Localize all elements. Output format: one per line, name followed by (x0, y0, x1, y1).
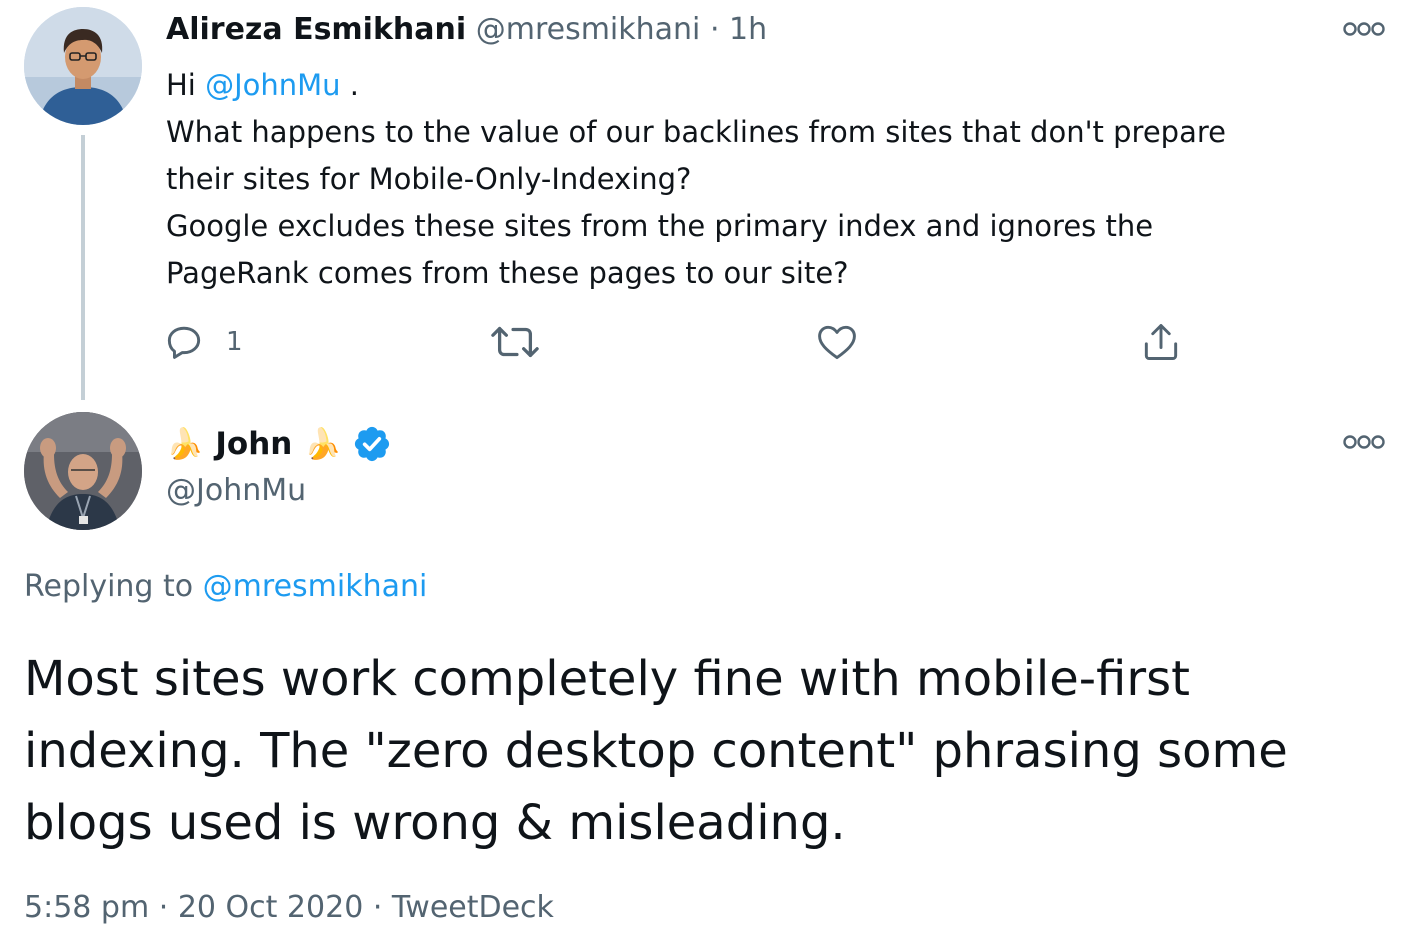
tweet-header: Alireza Esmikhani @mresmikhani · 1h (166, 12, 767, 47)
body-line: PageRank comes from these pages to our s… (166, 256, 849, 290)
meta-separator: · (372, 890, 383, 925)
mention-link[interactable]: @JohnMu (205, 68, 340, 102)
replying-to: Replying to @mresmikhani (24, 569, 427, 604)
share-icon (1144, 324, 1178, 360)
banana-emoji-icon: 🍌 (166, 426, 204, 462)
body-line: their sites for Mobile-Only-Indexing? (166, 162, 692, 196)
greeting-text: Hi (166, 68, 206, 102)
tweet-time[interactable]: 5:58 pm (24, 890, 149, 925)
thread-connector-line (81, 135, 85, 400)
replying-label: Replying to (24, 569, 203, 604)
share-button[interactable] (1138, 318, 1184, 366)
tweet-source[interactable]: TweetDeck (392, 890, 554, 925)
retweet-button[interactable] (490, 318, 540, 366)
more-icon[interactable] (1342, 21, 1386, 37)
avatar-photo-icon (24, 7, 142, 125)
greeting-end: . (340, 68, 359, 102)
author-avatar[interactable] (24, 7, 142, 125)
verified-badge-icon (352, 424, 392, 464)
author-avatar[interactable] (24, 412, 142, 530)
like-button[interactable] (814, 318, 860, 366)
author-name-row[interactable]: 🍌 John 🍌 (166, 424, 392, 464)
more-icon[interactable] (1342, 434, 1386, 450)
body-line: Google excludes these sites from the pri… (166, 209, 1154, 243)
reply-count: 1 (226, 327, 243, 357)
tweet-meta: 5:58 pm · 20 Oct 2020 · TweetDeck (24, 890, 554, 925)
reply-icon (167, 326, 201, 359)
meta-separator: · (158, 890, 169, 925)
tweet-time[interactable]: 1h (729, 12, 767, 47)
tweet-date[interactable]: 20 Oct 2020 (178, 890, 363, 925)
avatar-photo-icon (24, 412, 142, 530)
body-line: What happens to the value of our backlin… (166, 115, 1226, 149)
tweet-text: Hi @JohnMu . What happens to the value o… (166, 62, 1366, 297)
author-handle[interactable]: @mresmikhani (476, 12, 701, 47)
header-separator: · (709, 12, 720, 47)
greeting-line: Hi @JohnMu . (166, 62, 1366, 109)
author-handle[interactable]: @JohnMu (166, 473, 306, 508)
author-name[interactable]: John (215, 426, 292, 462)
author-name[interactable]: Alireza Esmikhani (166, 12, 466, 47)
retweet-icon (491, 326, 539, 358)
reply-button[interactable]: 1 (162, 318, 243, 366)
like-icon (818, 325, 856, 360)
replying-to-mention[interactable]: @mresmikhani (203, 569, 428, 604)
tweet-text: Most sites work completely fine with mob… (24, 651, 1288, 851)
banana-emoji-icon: 🍌 (304, 426, 342, 462)
